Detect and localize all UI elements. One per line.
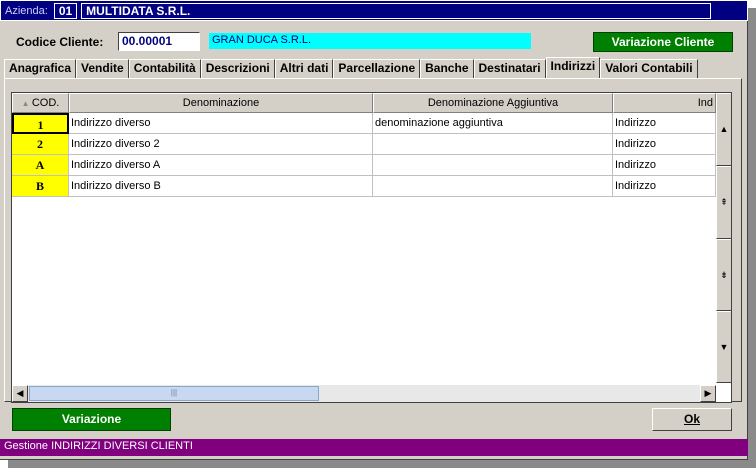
table-row[interactable]: 2 Indirizzo diverso 2 Indirizzo (12, 134, 716, 155)
page-up-icon[interactable]: ⇞ (716, 166, 731, 239)
table-row[interactable]: B Indirizzo diverso B Indirizzo (12, 176, 716, 197)
variazione-button[interactable]: Variazione (12, 408, 171, 431)
tab-banche[interactable]: Banche (420, 59, 474, 78)
scroll-left-icon[interactable]: ◀ (12, 385, 28, 402)
client-name-display: GRAN DUCA S.R.L. (209, 33, 531, 49)
cell-indirizzo[interactable]: Indirizzo (613, 134, 716, 155)
sort-arrow-icon: ▲ (21, 99, 32, 108)
cell-aggiuntiva[interactable]: denominazione aggiuntiva (373, 113, 613, 134)
horizontal-scrollbar[interactable]: ◀ ||| ▶ (12, 385, 716, 402)
cell-aggiuntiva[interactable] (373, 134, 613, 155)
company-name: MULTIDATA S.R.L. (81, 2, 712, 19)
ok-label: Ok (683, 412, 700, 426)
tab-valori-contabili[interactable]: Valori Contabili (600, 59, 698, 78)
window-shadow-bottom (8, 460, 756, 468)
scroll-right-icon[interactable]: ▶ (700, 385, 716, 402)
window-shadow-right (748, 8, 756, 468)
scroll-down-icon[interactable]: ▼ (716, 311, 731, 383)
tab-anagrafica[interactable]: Anagrafica (4, 59, 77, 78)
cell-denominazione[interactable]: Indirizzo diverso (69, 113, 373, 134)
header-cod-label: COD. (31, 97, 60, 109)
company-bar: Azienda: 01 MULTIDATA S.R.L. (0, 0, 748, 21)
cell-denominazione[interactable]: Indirizzo diverso A (69, 155, 373, 176)
header-aggiuntiva[interactable]: Denominazione Aggiuntiva (373, 93, 613, 113)
tab-vendite[interactable]: Vendite (76, 59, 129, 78)
client-code-field[interactable]: 00.00001 (118, 32, 200, 51)
header-indirizzo[interactable]: Ind (613, 93, 716, 113)
cell-indirizzo[interactable]: Indirizzo (613, 155, 716, 176)
table-row[interactable]: 1 Indirizzo diverso denominazione aggiun… (12, 113, 716, 134)
scroll-thumb[interactable]: ||| (29, 386, 319, 401)
tab-destinatari[interactable]: Destinatari (473, 59, 546, 78)
tab-indirizzi[interactable]: Indirizzi (545, 57, 601, 79)
tab-descrizioni[interactable]: Descrizioni (200, 59, 275, 78)
grid-header: ▲ COD. Denominazione Denominazione Aggiu… (12, 93, 716, 113)
cell-cod[interactable]: 2 (12, 134, 69, 155)
cell-aggiuntiva[interactable] (373, 155, 613, 176)
scroll-up-icon[interactable]: ▲ (716, 93, 731, 166)
cell-denominazione[interactable]: Indirizzo diverso B (69, 176, 373, 197)
cell-indirizzo[interactable]: Indirizzo (613, 176, 716, 197)
tab-contabilita[interactable]: Contabilità (128, 59, 201, 78)
client-window: Azienda: 01 MULTIDATA S.R.L. Codice Clie… (0, 0, 748, 460)
ok-button[interactable]: Ok (652, 408, 732, 431)
client-code-label: Codice Cliente: (16, 35, 104, 49)
page-down-icon[interactable]: ⇟ (716, 239, 731, 311)
addresses-grid[interactable]: ▲ COD. Denominazione Denominazione Aggiu… (11, 92, 732, 403)
tab-altri-dati[interactable]: Altri dati (274, 59, 334, 78)
status-bar: Gestione INDIRIZZI DIVERSI CLIENTI (0, 439, 748, 456)
tab-strip: Anagrafica Vendite Contabilità Descrizio… (4, 57, 698, 79)
cell-cod[interactable]: 1 (12, 113, 69, 134)
cell-indirizzo[interactable]: Indirizzo (613, 113, 716, 134)
company-code: 01 (53, 2, 78, 19)
tab-parcellazione[interactable]: Parcellazione (333, 59, 421, 78)
header-cod[interactable]: ▲ COD. (12, 93, 69, 113)
header-denominazione[interactable]: Denominazione (69, 93, 373, 113)
table-row[interactable]: A Indirizzo diverso A Indirizzo (12, 155, 716, 176)
vertical-scrollbar[interactable]: ▲ ⇞ ⇟ ▼ (716, 93, 731, 383)
cell-cod[interactable]: A (12, 155, 69, 176)
company-label: Azienda: (5, 4, 48, 17)
cell-cod[interactable]: B (12, 176, 69, 197)
cell-aggiuntiva[interactable] (373, 176, 613, 197)
change-client-button[interactable]: Variazione Cliente (593, 32, 733, 52)
cell-denominazione[interactable]: Indirizzo diverso 2 (69, 134, 373, 155)
